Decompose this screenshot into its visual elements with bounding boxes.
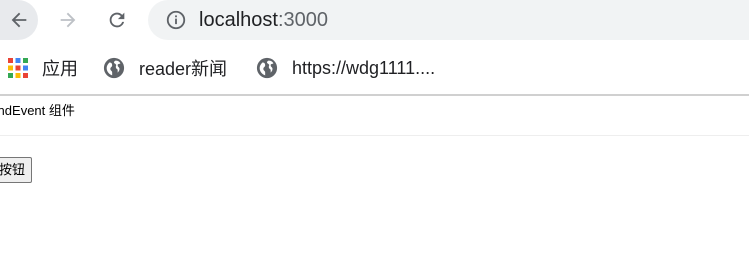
- bookmarks-bar: 应用 reader新闻 https://wdg1111....: [0, 49, 749, 87]
- url-port: :3000: [277, 9, 328, 31]
- reload-icon: [109, 12, 125, 28]
- url-host: localhost: [199, 9, 278, 31]
- apps-grid-icon: [8, 58, 28, 78]
- address-url[interactable]: localhost:3000: [199, 7, 328, 33]
- page-content: BindEvent 组件 按钮: [0, 96, 749, 260]
- forward-button[interactable]: [48, 0, 88, 40]
- bookmark-label: reader新闻: [139, 59, 228, 79]
- divider: [0, 135, 749, 136]
- browser-toolbar: localhost:3000: [0, 0, 749, 40]
- globe-icon: [103, 57, 125, 79]
- browser-chrome: localhost:3000 应用 reader新闻 https://wdg11…: [0, 0, 749, 95]
- info-icon[interactable]: [165, 9, 187, 31]
- bookmark-label: 应用: [42, 59, 78, 79]
- back-button[interactable]: [0, 0, 38, 40]
- bookmark-apps[interactable]: 应用: [8, 55, 78, 81]
- component-title: BindEvent 组件: [0, 103, 75, 118]
- reload-button[interactable]: [97, 0, 137, 40]
- bookmark-https[interactable]: https://wdg1111....: [256, 55, 435, 81]
- bookmark-label: https://wdg1111....: [292, 57, 436, 78]
- arrow-left-icon: [11, 12, 27, 28]
- address-bar[interactable]: localhost:3000: [148, 0, 749, 40]
- page-button[interactable]: 按钮: [0, 157, 33, 183]
- bookmark-reader[interactable]: reader新闻: [103, 55, 227, 81]
- arrow-right-icon: [60, 12, 76, 28]
- globe-icon: [256, 57, 278, 79]
